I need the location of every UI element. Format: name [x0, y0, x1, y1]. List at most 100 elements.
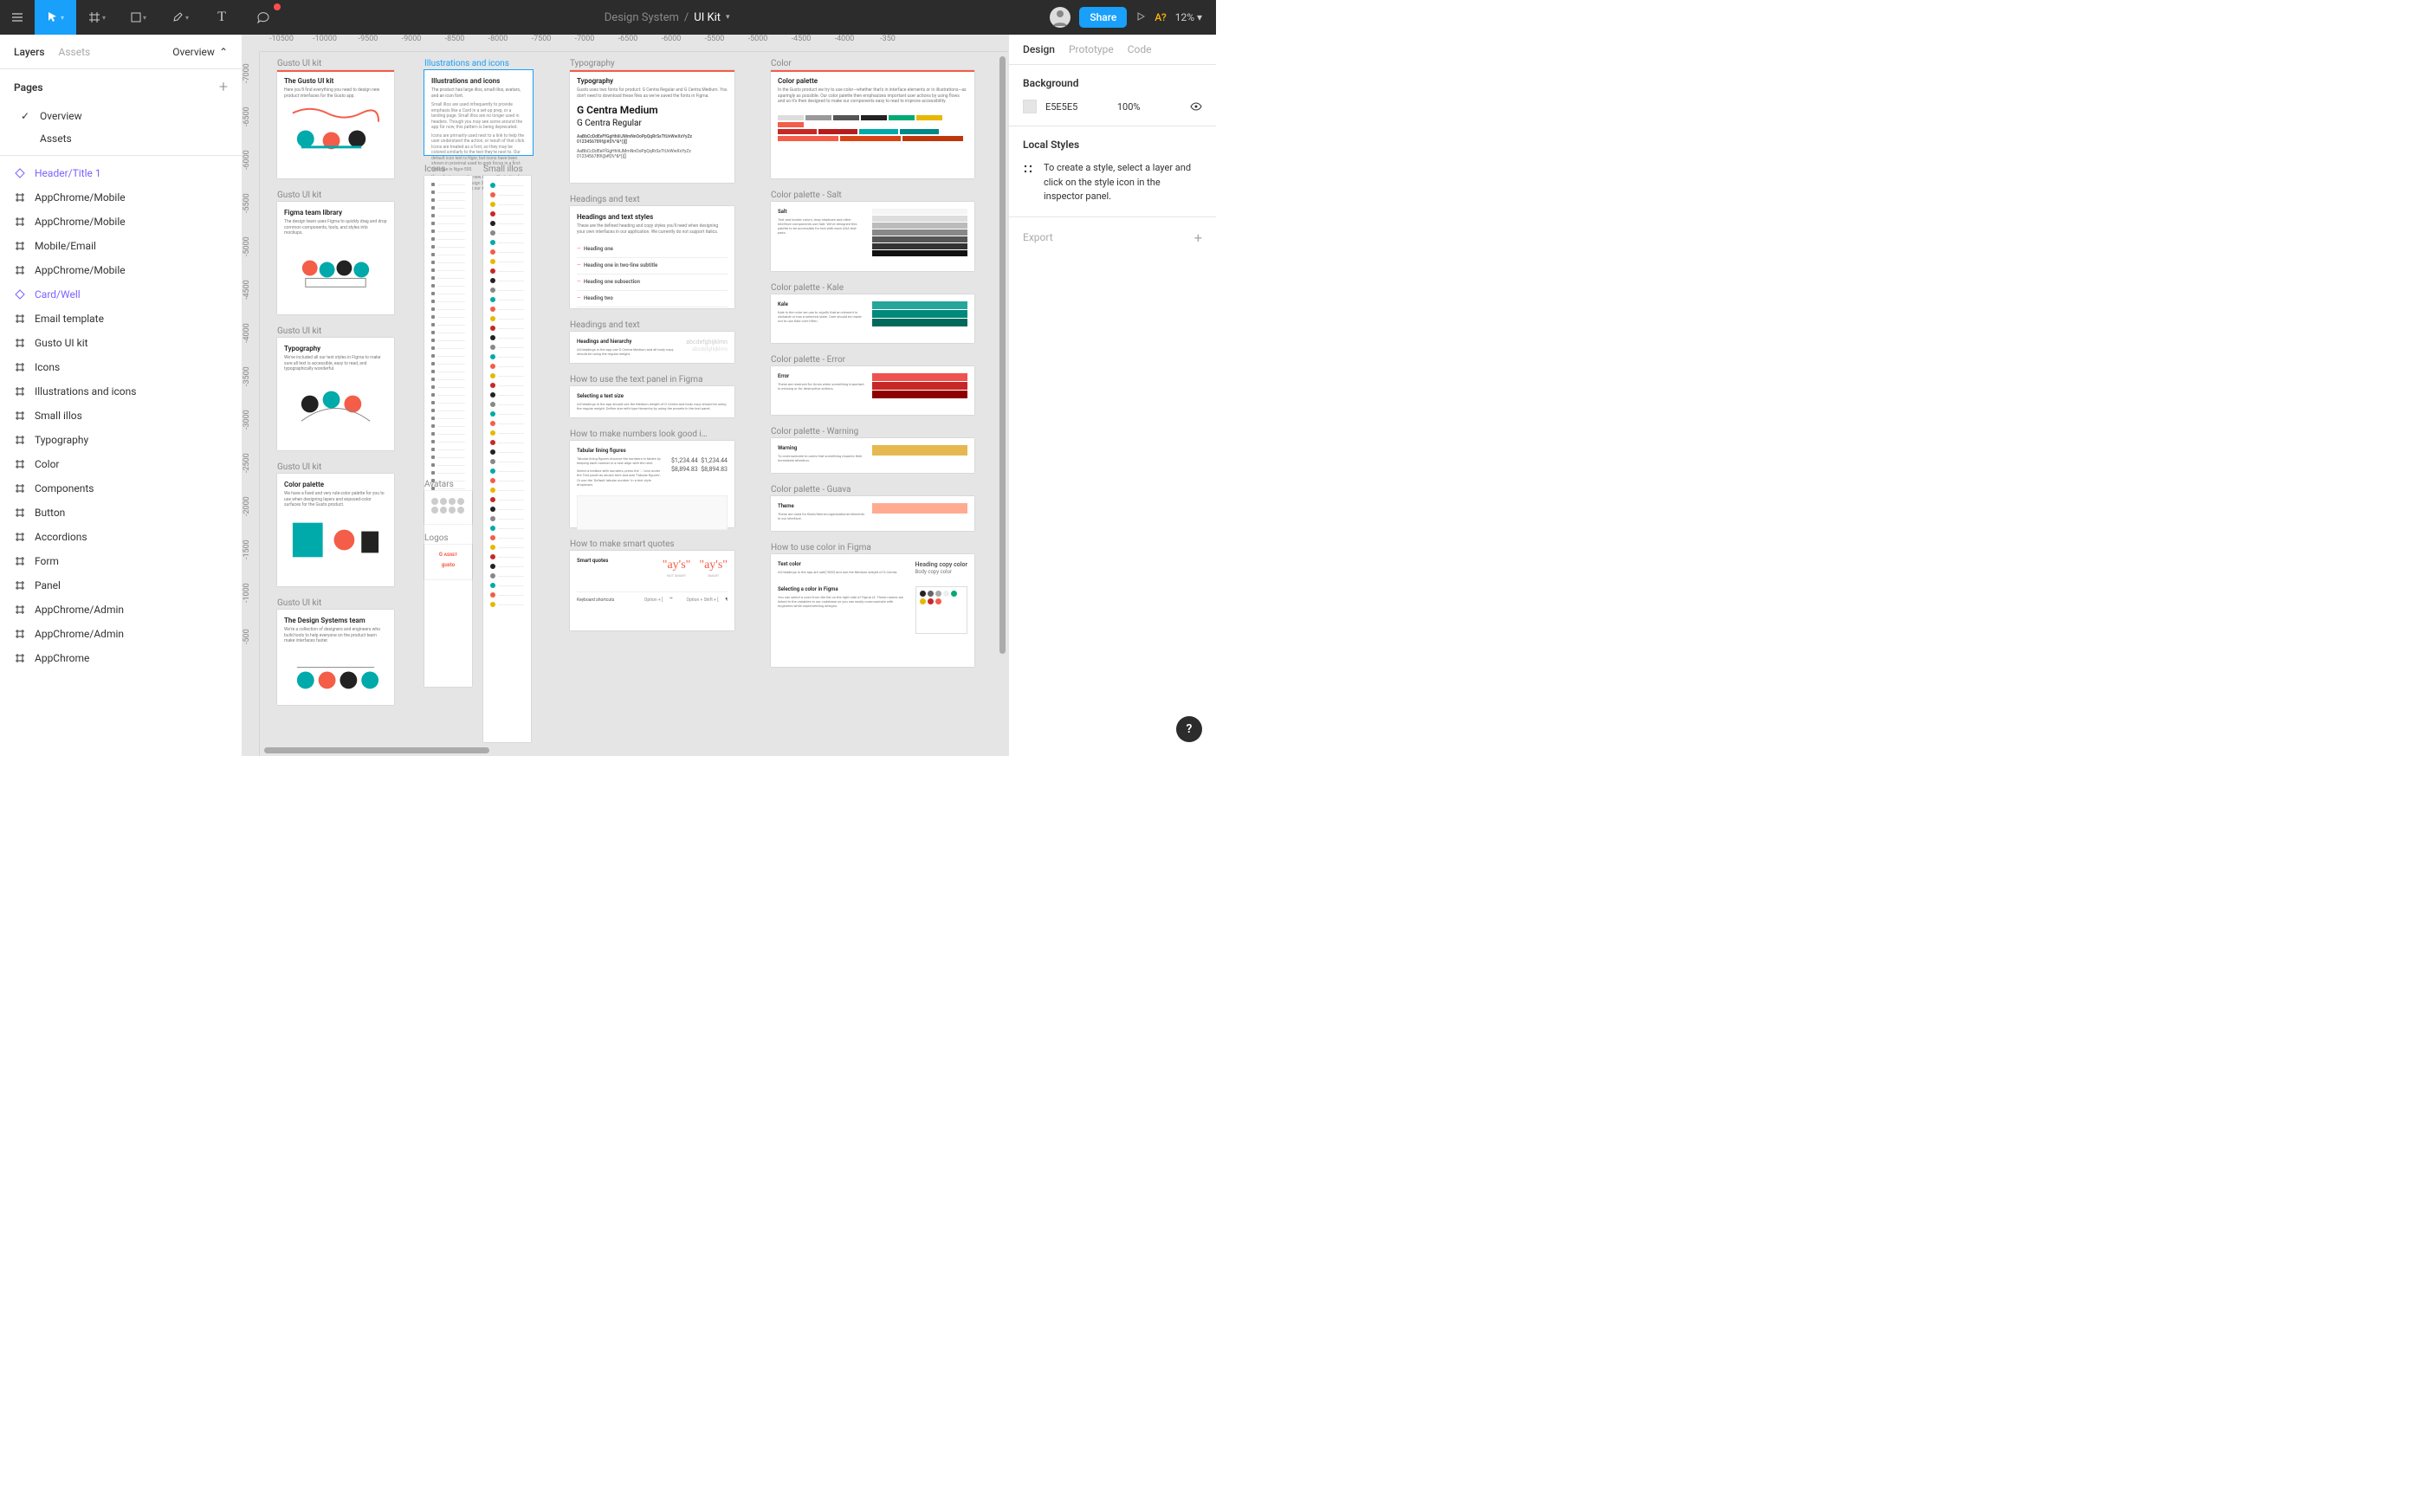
frame-label[interactable]: How to make numbers look good i…	[570, 430, 734, 439]
frame-label[interactable]: How to make smart quotes	[570, 540, 734, 549]
file-name: UI Kit	[694, 11, 721, 24]
frame-label[interactable]: Typography	[570, 59, 734, 68]
frame-label[interactable]: Gusto UI kit	[277, 462, 394, 472]
help-button[interactable]: ?	[1176, 716, 1202, 742]
chevron-up-icon: ⌃	[219, 46, 228, 58]
text-tool-button[interactable]: T	[201, 0, 243, 35]
scrollbar-horizontal[interactable]	[260, 746, 1008, 756]
chevron-down-icon: ▾	[726, 13, 730, 22]
color-hex[interactable]: E5E5E5	[1045, 101, 1077, 113]
layer-item[interactable]: Accordions	[0, 525, 242, 549]
layer-item[interactable]: Button	[0, 501, 242, 525]
frame-label[interactable]: Illustrations and icons	[424, 59, 533, 68]
frame-label[interactable]: Color	[771, 59, 974, 68]
main-menu-button[interactable]	[0, 0, 35, 35]
layer-list[interactable]: Header/Title 1AppChrome/MobileAppChrome/…	[0, 161, 242, 756]
layer-item[interactable]: Header/Title 1	[0, 161, 242, 185]
layer-item[interactable]: AppChrome/Mobile	[0, 210, 242, 234]
layer-item[interactable]: AppChrome	[0, 646, 242, 670]
add-export-button[interactable]: +	[1194, 229, 1202, 246]
prototype-tab[interactable]: Prototype	[1069, 43, 1114, 55]
frame-icon	[14, 579, 26, 591]
comment-tool-button[interactable]	[243, 0, 284, 35]
frame-icon	[14, 628, 26, 640]
layer-item[interactable]: Color	[0, 452, 242, 476]
frame-label[interactable]: Avatars	[424, 480, 472, 489]
layer-item[interactable]: AppChrome/Admin	[0, 598, 242, 622]
frame-icon	[14, 507, 26, 519]
layer-item[interactable]: Card/Well	[0, 282, 242, 307]
frame-label[interactable]: How to use color in Figma	[771, 543, 974, 552]
layer-item[interactable]: Panel	[0, 573, 242, 598]
notification-dot	[274, 3, 281, 10]
pen-tool-button[interactable]: ▾	[159, 0, 201, 35]
add-page-button[interactable]: +	[219, 78, 228, 96]
export-section[interactable]: Export +	[1023, 229, 1202, 246]
layer-item[interactable]: Mobile/Email	[0, 234, 242, 258]
design-tab[interactable]: Design	[1023, 43, 1055, 55]
component-icon	[14, 167, 26, 179]
frame-label[interactable]: Icons	[424, 165, 472, 174]
frame-label[interactable]: Color palette - Kale	[771, 283, 974, 293]
layer-item[interactable]: AppChrome/Admin	[0, 622, 242, 646]
zoom-control[interactable]: 12% ▾	[1175, 11, 1202, 23]
background-color-row[interactable]: E5E5E5 100%	[1023, 100, 1202, 113]
layer-item[interactable]: Components	[0, 476, 242, 501]
frame-label[interactable]: Headings and text	[570, 195, 734, 204]
chevron-down-icon: ▾	[61, 14, 64, 22]
frame-label[interactable]: Gusto UI kit	[277, 326, 394, 336]
frame-label[interactable]: Gusto UI kit	[277, 59, 394, 68]
frame-label[interactable]: Color palette - Salt	[771, 191, 974, 200]
frame-label[interactable]: Headings and text	[570, 320, 734, 330]
missing-fonts-button[interactable]: A?	[1155, 11, 1166, 23]
layer-item[interactable]: Small illos	[0, 404, 242, 428]
frame-label[interactable]: Color palette - Guava	[771, 485, 974, 494]
assets-tab[interactable]: Assets	[59, 46, 91, 58]
visibility-icon[interactable]	[1190, 100, 1202, 113]
layer-item[interactable]: AppChrome/Mobile	[0, 185, 242, 210]
page-item[interactable]: ✓Overview	[0, 105, 242, 127]
frame-icon	[14, 216, 26, 228]
frame-label[interactable]: Gusto UI kit	[277, 598, 394, 608]
page-switcher[interactable]: Overview ⌃	[172, 46, 228, 58]
frame-label[interactable]: Small illos	[483, 165, 531, 174]
frame-icon	[14, 482, 26, 494]
code-tab[interactable]: Code	[1128, 43, 1152, 55]
frame-icon	[14, 555, 26, 567]
frame-icon	[14, 361, 26, 373]
layer-item[interactable]: Illustrations and icons	[0, 379, 242, 404]
frame-label[interactable]: Gusto UI kit	[277, 191, 394, 200]
share-button[interactable]: Share	[1079, 7, 1127, 28]
ruler-vertical: -7000-6500-6000-5500-5000-4500-4000-3500…	[243, 52, 260, 756]
chevron-down-icon: ▾	[1197, 11, 1202, 23]
color-opacity[interactable]: 100%	[1117, 101, 1141, 113]
user-avatar[interactable]	[1050, 7, 1070, 28]
frame-label[interactable]: Logos	[424, 533, 472, 543]
frame-label[interactable]: Color palette - Error	[771, 355, 974, 365]
shape-tool-button[interactable]: ▾	[118, 0, 159, 35]
frame-tool-button[interactable]: ▾	[76, 0, 118, 35]
frame-label[interactable]: How to use the text panel in Figma	[570, 375, 734, 384]
local-styles-help: To create a style, select a layer and cl…	[1044, 161, 1202, 204]
frame-label[interactable]: Color palette - Warning	[771, 427, 974, 436]
scrollbar-vertical[interactable]	[998, 52, 1008, 746]
frame-icon	[14, 385, 26, 397]
layer-item[interactable]: AppChrome/Mobile	[0, 258, 242, 282]
frame-icon	[14, 337, 26, 349]
move-tool-button[interactable]: ▾	[35, 0, 76, 35]
pen-icon	[171, 11, 184, 23]
frame-icon	[14, 410, 26, 422]
right-panel: Design Prototype Code Background E5E5E5 …	[1008, 35, 1216, 756]
layers-tab[interactable]: Layers	[14, 46, 45, 58]
color-swatch[interactable]	[1023, 100, 1037, 113]
layer-item[interactable]: Email template	[0, 307, 242, 331]
frame-icon	[14, 313, 26, 325]
layer-item[interactable]: Icons	[0, 355, 242, 379]
layer-item[interactable]: Typography	[0, 428, 242, 452]
file-title[interactable]: Design System / UI Kit ▾	[284, 11, 1050, 24]
layer-item[interactable]: Gusto UI kit	[0, 331, 242, 355]
layer-item[interactable]: Form	[0, 549, 242, 573]
present-button[interactable]	[1135, 11, 1146, 24]
page-item[interactable]: ✓Assets	[0, 127, 242, 150]
canvas[interactable]: -10500-10000-9500-9000-8500-8000-7500-70…	[243, 35, 1008, 756]
